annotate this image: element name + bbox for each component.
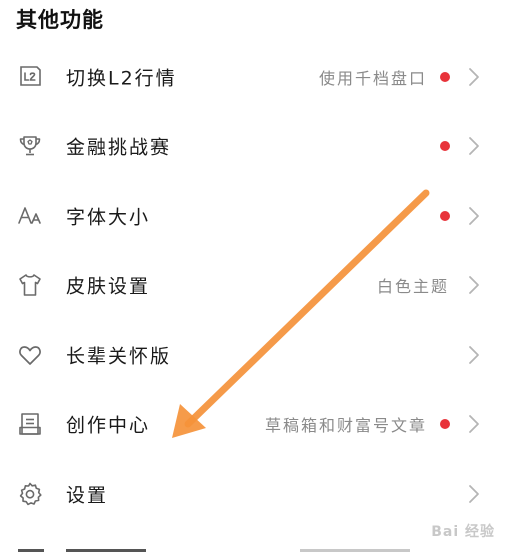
- menu-item-creation-center[interactable]: 创作中心 草稿箱和财富号文章: [0, 390, 509, 460]
- menu-item-value: 白色主题: [376, 277, 449, 297]
- settings-menu: 切换L2行情 使用千档盘口 金融挑战赛 字体大小 皮肤设置 白色主题 长辈关怀版…: [0, 42, 509, 529]
- menu-item-label: 切换L2行情: [66, 67, 177, 90]
- menu-item-label: 长辈关怀版: [66, 345, 172, 368]
- menu-item-font-size[interactable]: 字体大小: [0, 181, 509, 251]
- menu-item-value: 草稿箱和财富号文章: [264, 416, 427, 436]
- menu-item-label: 设置: [66, 484, 109, 507]
- menu-item-label: 字体大小: [66, 206, 151, 229]
- watermark-logo: Bai 经验: [431, 524, 495, 540]
- chevron-right-icon: [467, 66, 481, 88]
- l2-badge-icon: [16, 63, 44, 91]
- notification-dot: [440, 419, 450, 430]
- heart-icon: [16, 341, 44, 369]
- chevron-right-icon: [467, 344, 481, 366]
- section-title: 其他功能: [16, 8, 104, 32]
- trophy-icon: [16, 132, 44, 160]
- menu-item-label: 皮肤设置: [66, 275, 151, 298]
- next-row-partial: [0, 540, 509, 553]
- gear-icon: [16, 480, 44, 508]
- chevron-right-icon: [467, 135, 481, 157]
- tshirt-icon: [16, 271, 44, 299]
- menu-item-settings[interactable]: 设置: [0, 459, 509, 529]
- chevron-right-icon: [467, 483, 481, 505]
- chevron-right-icon: [467, 274, 481, 296]
- chevron-right-icon: [467, 205, 481, 227]
- menu-item-value: 使用千档盘口: [318, 68, 427, 88]
- font-size-icon: [16, 202, 44, 230]
- chevron-right-icon: [467, 413, 481, 435]
- menu-item-label: 创作中心: [66, 414, 151, 437]
- notification-dot: [440, 141, 450, 152]
- menu-item-l2[interactable]: 切换L2行情 使用千档盘口: [0, 42, 509, 112]
- menu-item-label: 金融挑战赛: [66, 136, 172, 159]
- menu-item-contest[interactable]: 金融挑战赛: [0, 112, 509, 182]
- menu-item-elder-mode[interactable]: 长辈关怀版: [0, 320, 509, 390]
- document-icon: [16, 410, 44, 438]
- menu-item-skin[interactable]: 皮肤设置 白色主题: [0, 251, 509, 321]
- notification-dot: [440, 71, 450, 82]
- notification-dot: [440, 210, 450, 221]
